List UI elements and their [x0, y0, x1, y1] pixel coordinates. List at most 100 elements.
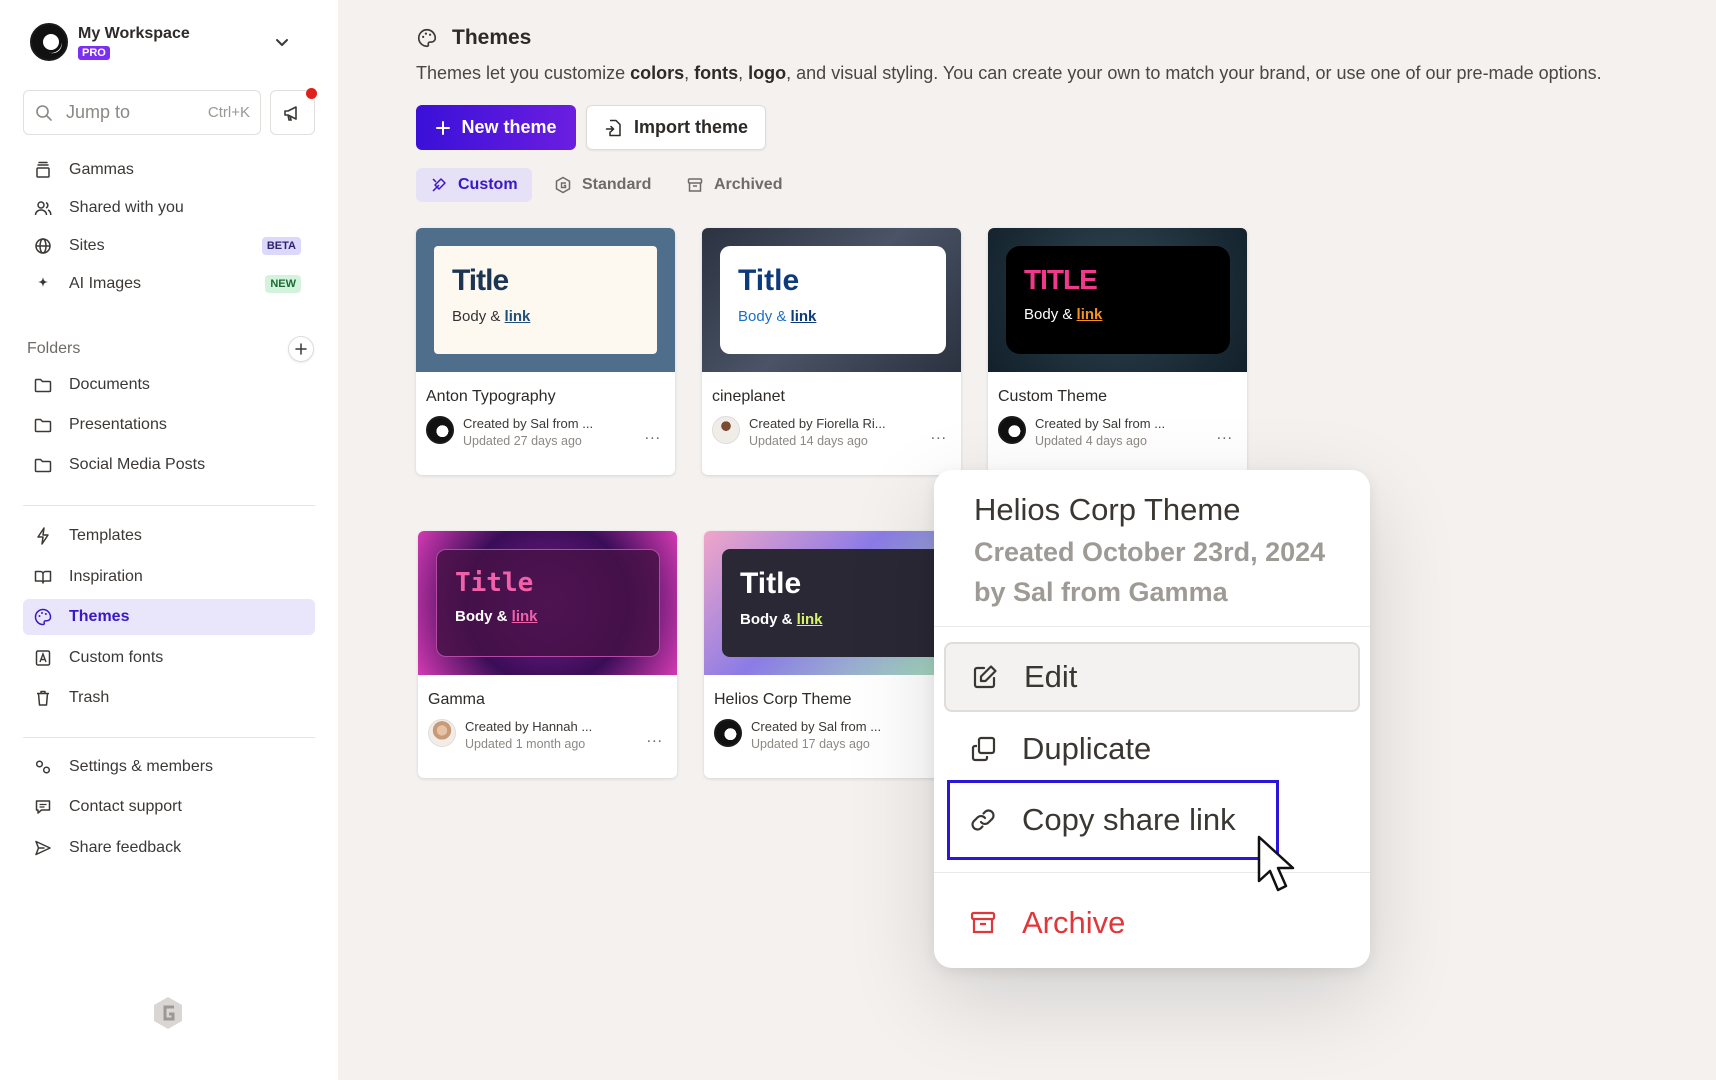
preview-link: link [796, 611, 823, 628]
chat-icon [35, 800, 51, 814]
duplicate-icon [971, 736, 996, 762]
created-by: Created by Fiorella Ri... [749, 416, 886, 431]
sidebar-item-inspiration[interactable]: Inspiration [23, 559, 315, 595]
more-options-button[interactable]: ... [1217, 426, 1233, 444]
preview-link: link [790, 308, 817, 325]
theme-card-anton-typography[interactable]: Title Body & link Anton Typography Creat… [416, 228, 675, 475]
more-options-button[interactable]: ... [645, 426, 661, 444]
sidebar-item-contact-support[interactable]: Contact support [23, 789, 315, 825]
preview-title: Title [455, 568, 534, 598]
folder-icon [34, 418, 52, 433]
theme-meta: Created by Fiorella Ri... Updated 14 day… [712, 416, 886, 448]
theme-preview-slide: Title Body & link [720, 246, 946, 354]
tab-standard[interactable]: Standard [540, 168, 665, 202]
preview-body-text: Body & [452, 308, 501, 325]
custom-brush-icon [432, 178, 446, 192]
announcements-button[interactable] [270, 88, 317, 135]
theme-preview-slide: Title Body & link [434, 246, 657, 354]
preview-body: Body & link [452, 308, 639, 325]
theme-preview: Title Body & link [418, 531, 677, 675]
workspace-switcher[interactable]: My Workspace PRO [30, 18, 306, 66]
preview-title: Title [740, 567, 802, 600]
palette-icon [34, 608, 52, 626]
plan-badge: PRO [78, 45, 110, 60]
page-title-text: Themes [452, 26, 532, 49]
beta-badge: BETA [261, 237, 301, 255]
theme-card-custom-theme[interactable]: TITLE Body & link Custom Theme Created b… [988, 228, 1247, 475]
search-icon [36, 104, 52, 121]
chevron-down-icon[interactable] [272, 32, 292, 52]
sidebar-divider [23, 737, 315, 738]
plus-icon [436, 120, 451, 135]
avatar [428, 719, 456, 747]
preview-title: Title [738, 264, 800, 297]
created-by: Created by Sal from ... [751, 719, 882, 734]
new-badge: NEW [265, 275, 301, 293]
sidebar-item-share-feedback[interactable]: Share feedback [23, 830, 315, 866]
sidebar-item-label: Gammas [69, 161, 134, 178]
desc-sep: , [684, 63, 695, 83]
theme-card-gamma[interactable]: Title Body & link Gamma Created by Hanna… [418, 531, 677, 778]
sidebar-item-gammas[interactable]: Gammas [23, 152, 315, 188]
sidebar-item-trash[interactable]: Trash [23, 680, 315, 716]
new-theme-label: New theme [461, 117, 557, 137]
import-file-icon [605, 119, 621, 136]
theme-preview: TITLE Body & link [988, 228, 1247, 372]
preview-link: link [511, 608, 538, 625]
sidebar-item-label: Documents [69, 376, 150, 393]
preview-body: Body & link [455, 608, 641, 625]
menu-item-archive[interactable]: Archive [944, 888, 1360, 958]
sidebar-item-themes[interactable]: Themes [23, 599, 315, 635]
avatar [998, 416, 1026, 444]
add-folder-button[interactable] [288, 336, 314, 362]
sidebar-item-shared[interactable]: Shared with you [23, 190, 315, 226]
sidebar-item-custom-fonts[interactable]: Custom fonts [23, 640, 315, 676]
more-options-button[interactable]: ... [647, 729, 663, 747]
folder-icon [34, 458, 52, 473]
new-theme-button[interactable]: New theme [416, 105, 576, 150]
tab-custom[interactable]: Custom [416, 168, 532, 202]
import-theme-label: Import theme [633, 117, 748, 137]
sidebar-item-sites[interactable]: Sites BETA [23, 228, 315, 264]
menu-item-label: Duplicate [1022, 731, 1152, 766]
sidebar-item-label: Presentations [69, 416, 167, 433]
theme-card-cineplanet[interactable]: Title Body & link cineplanet Created by … [702, 228, 961, 475]
search-placeholder: Jump to [66, 102, 131, 122]
theme-meta: Created by Hannah ... Updated 1 month ag… [428, 719, 592, 751]
archive-icon [970, 911, 996, 934]
tab-label: Custom [458, 176, 518, 193]
sidebar-item-documents[interactable]: Documents [23, 367, 315, 403]
updated-at: Updated 17 days ago [751, 737, 870, 751]
sidebar-item-presentations[interactable]: Presentations [23, 407, 315, 443]
menu-item-edit[interactable]: Edit [944, 642, 1360, 712]
preview-link: link [1076, 306, 1103, 323]
theme-preview: Title Body & link [702, 228, 961, 372]
search-input[interactable]: Jump to Ctrl+K [23, 90, 261, 135]
sidebar-item-label: Settings & members [69, 758, 214, 775]
sidebar-item-templates[interactable]: Templates [23, 518, 315, 554]
page-description: Themes let you customize colors, fonts , … [416, 63, 1602, 84]
folder-icon [34, 378, 52, 393]
theme-preview-slide: Title Body & link [436, 549, 660, 657]
sidebar-item-label: AI Images [69, 275, 142, 292]
import-theme-button[interactable]: Import theme [586, 105, 766, 150]
theme-context-menu: Helios Corp Theme Created October 23rd, … [934, 470, 1370, 968]
theme-name: Helios Corp Theme [714, 691, 852, 708]
menu-item-duplicate[interactable]: Duplicate [944, 714, 1360, 784]
sidebar-item-social-media-posts[interactable]: Social Media Posts [23, 447, 315, 483]
trash-icon [37, 690, 49, 706]
theme-preview-slide: Title Body & link [722, 549, 946, 657]
sidebar-item-ai-images[interactable]: AI Images NEW [23, 266, 315, 302]
theme-meta: Created by Sal from ... Updated 27 days … [426, 416, 593, 448]
users-icon [34, 201, 52, 216]
more-options-button[interactable]: ... [931, 426, 947, 444]
workspace-info: My Workspace PRO [78, 25, 190, 60]
sidebar-item-settings[interactable]: Settings & members [23, 749, 315, 785]
theme-card-helios-corp-theme[interactable]: Title Body & link Helios Corp Theme Crea… [704, 531, 963, 778]
sidebar-item-label: Contact support [69, 798, 182, 815]
tab-archived[interactable]: Archived [672, 168, 796, 202]
sidebar-item-label: Templates [69, 527, 142, 544]
meta-text: Created by Fiorella Ri... Updated 14 day… [749, 416, 886, 448]
highlight-box [947, 780, 1279, 860]
theme-preview: Title Body & link [704, 531, 963, 675]
